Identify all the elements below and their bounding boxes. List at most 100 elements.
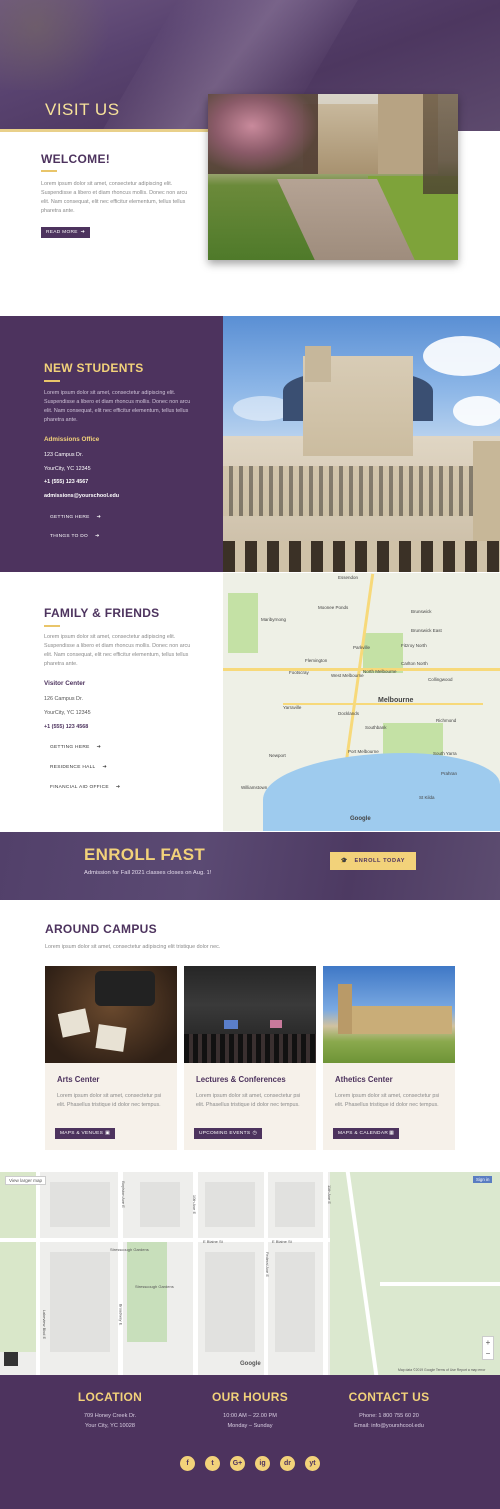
admissions-address-line2: YourCity, YC 12345 bbox=[44, 466, 91, 472]
getting-here-link-2[interactable]: GETTING HERE ➔ bbox=[50, 745, 101, 750]
screen-shape bbox=[224, 1020, 238, 1029]
block bbox=[140, 1182, 180, 1227]
dribbble-icon[interactable]: dr bbox=[280, 1456, 295, 1471]
enroll-subtitle: Admission for Fall 2021 classes closes o… bbox=[84, 870, 212, 876]
contact-email[interactable]: Email: info@yourshcool.edu bbox=[319, 1423, 459, 1429]
map-label: Richmond bbox=[436, 718, 457, 723]
maps-calendar-label: MAPS & CALENDAR bbox=[338, 1131, 389, 1136]
welcome-heading: WELCOME! bbox=[41, 152, 111, 166]
highway bbox=[223, 668, 500, 671]
map-label: Newport bbox=[269, 753, 286, 758]
arrow-right-icon: ➔ bbox=[102, 765, 107, 770]
map-label: Stresscough Gardens bbox=[110, 1247, 149, 1252]
card-text: Lorem ipsum dolor sit amet, consectetur … bbox=[335, 1093, 440, 1108]
visitor-center-title: Visitor Center bbox=[44, 680, 86, 687]
road bbox=[380, 1282, 500, 1286]
map-label: Williamstown bbox=[241, 785, 268, 790]
read-more-label: READ MORE bbox=[46, 230, 78, 235]
contact-heading: CONTACT US bbox=[348, 1390, 430, 1404]
map-label: Parkville bbox=[353, 645, 371, 650]
map-label: Yarraville bbox=[283, 705, 302, 710]
map-label: Federal Ave E bbox=[265, 1251, 271, 1278]
map-label: Boylston Ave E bbox=[120, 1181, 126, 1208]
read-more-button[interactable]: READ MORE ➔ bbox=[41, 227, 90, 238]
maps-venues-button[interactable]: MAPS & VENUES ▣ bbox=[55, 1128, 115, 1139]
cloud-shape bbox=[453, 396, 500, 426]
park-area bbox=[363, 633, 403, 673]
tree-shape bbox=[423, 94, 458, 194]
windows-shape bbox=[223, 466, 500, 516]
graduation-cap-icon: 🎓 bbox=[340, 858, 349, 864]
instagram-icon[interactable]: ig bbox=[255, 1456, 270, 1471]
hero-foliage bbox=[0, 0, 120, 90]
block bbox=[275, 1182, 315, 1227]
card-title: Arts Center bbox=[57, 1075, 100, 1084]
maps-calendar-button[interactable]: MAPS & CALENDAR ▦ bbox=[333, 1128, 399, 1139]
cupola-shape bbox=[305, 346, 331, 382]
admissions-address-line1: 123 Campus Dr. bbox=[44, 452, 83, 458]
sign-in-button[interactable]: Sign in bbox=[473, 1176, 493, 1183]
getting-here-link[interactable]: GETTING HERE ➔ bbox=[50, 515, 101, 520]
admissions-email[interactable]: admissions@yourschool.edu bbox=[44, 493, 119, 499]
financial-aid-link[interactable]: FINANCIAL AID OFFICE ➔ bbox=[50, 785, 120, 790]
map-label: Fitzroy North bbox=[401, 643, 427, 648]
map-label: Flemington bbox=[305, 658, 328, 663]
arrow-right-icon: ➔ bbox=[95, 534, 100, 539]
map-label: Docklands bbox=[338, 711, 360, 716]
chat-icon: ▣ bbox=[105, 1131, 110, 1136]
block bbox=[205, 1182, 255, 1227]
card-text: Lorem ipsum dolor sit amet, consectetur … bbox=[196, 1093, 301, 1108]
upcoming-events-label: UPCOMING EVENTS bbox=[199, 1131, 251, 1136]
card-athletics: Athetics Center Lorem ipsum dolor sit am… bbox=[323, 966, 455, 1150]
map-label: Brunswick bbox=[411, 609, 432, 614]
camera-photo bbox=[45, 966, 177, 1063]
map-label: Broadway E bbox=[118, 1303, 124, 1326]
new-students-underline bbox=[44, 380, 60, 382]
google-logo: Google bbox=[240, 1361, 261, 1367]
calendar-icon: ▦ bbox=[389, 1131, 394, 1136]
city-map[interactable]: Essendon Moonee Ponds Brunswick Maribyrn… bbox=[223, 573, 500, 831]
street-map[interactable]: View larger map Sign in Stresscough Gard… bbox=[0, 1172, 500, 1375]
map-label: North Melbourne bbox=[363, 669, 397, 674]
clock-icon: ◷ bbox=[252, 1131, 257, 1136]
map-label: Footscray bbox=[289, 670, 309, 675]
hours-line1: 10:00 AM – 22.00 PM bbox=[223, 1413, 277, 1419]
facebook-icon[interactable]: f bbox=[180, 1456, 195, 1471]
map-label: 10th Ave E bbox=[192, 1194, 198, 1215]
admissions-office-title: Admissions Office bbox=[44, 436, 100, 443]
card-lectures: Lectures & Conferences Lorem ipsum dolor… bbox=[184, 966, 316, 1150]
admissions-phone[interactable]: +1 (555) 123 4567 bbox=[44, 479, 88, 485]
visitor-address-line2: YourCity, YC 12345 bbox=[44, 710, 91, 716]
arrow-right-icon: ➔ bbox=[96, 745, 101, 750]
park-area bbox=[228, 593, 258, 653]
view-larger-map-link[interactable]: View larger map bbox=[5, 1176, 47, 1185]
things-to-do-link[interactable]: THINGS TO DO ➔ bbox=[50, 534, 99, 539]
arrow-right-icon: ➔ bbox=[80, 230, 85, 235]
family-friends-underline bbox=[44, 625, 60, 627]
around-campus-heading: AROUND CAMPUS bbox=[45, 922, 157, 936]
block bbox=[205, 1252, 255, 1352]
upcoming-events-button[interactable]: UPCOMING EVENTS ◷ bbox=[194, 1128, 262, 1139]
new-students-panel bbox=[0, 316, 223, 572]
enroll-today-button[interactable]: 🎓 ENROLL TODAY bbox=[330, 852, 416, 870]
museum-photo bbox=[223, 316, 500, 572]
residence-hall-link[interactable]: RESIDENCE HALL ➔ bbox=[50, 765, 107, 770]
photo-print-shape bbox=[95, 1024, 127, 1052]
zoom-control[interactable]: + − bbox=[482, 1336, 494, 1360]
visitor-phone[interactable]: +1 (555) 123 4568 bbox=[44, 724, 88, 730]
google-plus-icon[interactable]: G+ bbox=[230, 1456, 245, 1471]
park-area bbox=[0, 1172, 36, 1352]
enroll-heading: ENROLL FAST bbox=[84, 845, 206, 864]
map-label: South Yarra bbox=[433, 751, 457, 756]
lecture-photo bbox=[184, 966, 316, 1063]
college-photo bbox=[323, 966, 455, 1063]
block bbox=[275, 1252, 315, 1352]
card-title: Lectures & Conferences bbox=[196, 1075, 286, 1084]
map-footer-note: Map data ©2019 Google Terms of Use Repor… bbox=[398, 1368, 486, 1372]
map-label: West Melbourne bbox=[331, 673, 364, 678]
youtube-icon[interactable]: yt bbox=[305, 1456, 320, 1471]
twitter-icon[interactable]: t bbox=[205, 1456, 220, 1471]
contact-phone: Phone: 1 800 755 60 20 bbox=[359, 1413, 419, 1419]
map-label: Moonee Ponds bbox=[318, 605, 349, 610]
pegman-icon[interactable] bbox=[4, 1352, 18, 1366]
